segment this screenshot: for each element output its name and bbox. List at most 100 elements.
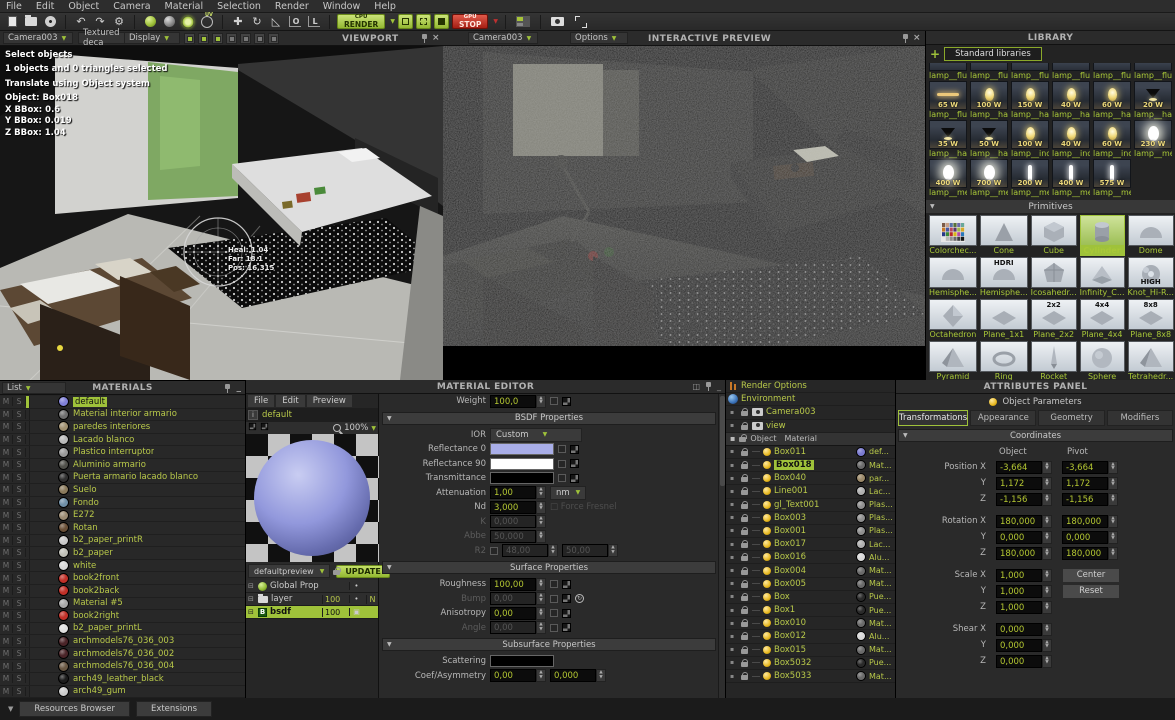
spinner-arrows[interactable]: ▲▼	[1108, 531, 1118, 544]
material-list-item[interactable]: MSMaterial #5	[0, 598, 245, 611]
lock-cell[interactable]	[739, 527, 749, 535]
spinner-arrows[interactable]: ▲▼	[1042, 477, 1052, 490]
primitive-thumbnail-ring[interactable]	[980, 341, 1028, 372]
lamp-thumbnail-cut[interactable]	[1093, 63, 1131, 71]
tree-object-row[interactable]: ▪Box012Alu...	[726, 630, 895, 643]
material-m-toggle[interactable]: M	[0, 687, 13, 696]
menu-help[interactable]: Help	[374, 1, 396, 12]
visibility-dot[interactable]: ▪	[728, 620, 736, 627]
spinner-value[interactable]: -3,664	[1062, 461, 1108, 474]
primitive-thumbnail-plane3d[interactable]	[1080, 257, 1125, 288]
object-value-spinner[interactable]: 1,000▲▼	[996, 601, 1052, 614]
material-list-item[interactable]: MSPuerta armario lacado blanco	[0, 472, 245, 485]
spinner-arrows[interactable]: ▲▼	[536, 395, 546, 408]
spinner-arrows[interactable]: ▲▼	[536, 530, 546, 543]
tree-object-row[interactable]: ▪gl_Text001Plas...	[726, 499, 895, 512]
material-list-item[interactable]: MSbook2back	[0, 585, 245, 598]
texture-checkbox[interactable]	[558, 445, 566, 453]
material-editor-menu-preview[interactable]: Preview	[307, 395, 352, 407]
spinner-value[interactable]: 1,000	[996, 601, 1042, 614]
tree-object-row[interactable]: ▪Box017Lac...	[726, 538, 895, 551]
spinner-arrows[interactable]: ▲▼	[1042, 531, 1052, 544]
material-list-item[interactable]: MSAluminio armario	[0, 459, 245, 472]
move-tool-button[interactable]: ✚	[230, 15, 246, 29]
material-list-item[interactable]: MSarch49_leather_black	[0, 673, 245, 686]
object-value-spinner[interactable]: 180,000▲▼	[996, 547, 1052, 560]
visibility-dot[interactable]: ▪	[728, 422, 736, 429]
spinner-arrows[interactable]: ▲▼	[1108, 461, 1118, 474]
material-s-toggle[interactable]: S	[13, 473, 26, 482]
material-m-toggle[interactable]: M	[0, 435, 13, 444]
visibility-dot[interactable]: ▪	[728, 633, 736, 640]
primitive-thumbnail-sphere[interactable]	[1080, 341, 1125, 372]
material-list-item[interactable]: MSMaterial interior armario	[0, 409, 245, 422]
material-list-item[interactable]: MSSuelo	[0, 484, 245, 497]
menu-render[interactable]: Render	[275, 1, 309, 12]
tree-object-row[interactable]: ▪Box011def...	[726, 446, 895, 459]
stop-dropdown-arrow[interactable]: ▼	[493, 18, 498, 25]
tab-geometry[interactable]: Geometry	[1038, 410, 1104, 426]
material-s-toggle[interactable]: S	[13, 410, 26, 419]
uv-editor-button[interactable]	[199, 15, 215, 29]
lock-cell[interactable]	[739, 646, 749, 654]
spinner-value[interactable]: -1,156	[996, 493, 1042, 506]
visibility-dot[interactable]: ▪	[728, 462, 736, 469]
lock-cell[interactable]	[739, 540, 749, 548]
display-mode-icon[interactable]	[184, 33, 195, 44]
expand-icon[interactable]: ⊟	[248, 582, 255, 590]
primitive-thumbnail-dome[interactable]: HDRI	[980, 257, 1028, 288]
display-mode-icon[interactable]	[198, 33, 209, 44]
render-dropdown-arrow[interactable]: ▼	[390, 18, 395, 25]
spinner-value[interactable]: 50,000	[490, 530, 536, 543]
value-spinner[interactable]: 0,00▲▼	[490, 607, 546, 620]
material-m-toggle[interactable]: M	[0, 674, 13, 683]
material-s-toggle[interactable]: S	[13, 611, 26, 620]
spinner-value[interactable]: -3,664	[996, 461, 1042, 474]
save-scene-button[interactable]	[42, 15, 58, 29]
spinner-arrows[interactable]: ▲▼	[1108, 515, 1118, 528]
render-full-button[interactable]	[434, 14, 449, 29]
primitive-thumbnail-cube[interactable]	[1031, 215, 1077, 246]
tree-object-row[interactable]: ▪Box1Pue...	[726, 604, 895, 617]
spinner-arrows[interactable]: ▲▼	[1042, 585, 1052, 598]
material-list-item[interactable]: MSLacado blanco	[0, 434, 245, 447]
spinner-value[interactable]: 180,000	[996, 515, 1042, 528]
visibility-dot[interactable]: ▪	[728, 541, 736, 548]
texture-slot-icon[interactable]	[570, 474, 579, 483]
emitter-button[interactable]	[180, 15, 196, 29]
normal-map-toggle-icon[interactable]: ↻	[575, 594, 584, 603]
menu-camera[interactable]: Camera	[113, 1, 150, 12]
lamp-thumbnail[interactable]: 20 W	[1134, 81, 1172, 110]
lock-cell[interactable]	[739, 514, 749, 522]
texture-slot-icon[interactable]	[562, 594, 571, 603]
tree-object-row[interactable]: ▪Box005Mat...	[726, 578, 895, 591]
material-s-toggle[interactable]: S	[13, 662, 26, 671]
visibility-dot[interactable]: ▪	[728, 580, 736, 587]
primitive-thumbnail-rocket[interactable]	[1031, 341, 1077, 372]
material-s-toggle[interactable]: S	[13, 435, 26, 444]
texture-checkbox[interactable]	[550, 624, 558, 632]
material-list-item[interactable]: MSb2_paper	[0, 547, 245, 560]
spinner-value[interactable]: 180,000	[996, 547, 1042, 560]
tree-object-row[interactable]: ▪BoxPue...	[726, 591, 895, 604]
spinner-arrows[interactable]: ▲▼	[1108, 547, 1118, 560]
spinner-arrows[interactable]: ▲▼	[536, 669, 546, 682]
menu-edit[interactable]: Edit	[36, 1, 54, 12]
visibility-dot[interactable]: ▪	[728, 659, 736, 666]
value-spinner[interactable]: 0,00▲▼	[490, 621, 546, 634]
spinner-arrows[interactable]: ▲▼	[1042, 547, 1052, 560]
material-s-toggle[interactable]: S	[13, 687, 26, 696]
material-m-toggle[interactable]: M	[0, 637, 13, 646]
material-m-toggle[interactable]: M	[0, 586, 13, 595]
lamp-thumbnail[interactable]: 100 W	[970, 81, 1008, 110]
spinner-arrows[interactable]: ▲▼	[1042, 639, 1052, 652]
material-editor-menu-file[interactable]: File	[248, 395, 274, 407]
section-header-bsdf-properties[interactable]: ▼BSDF Properties	[382, 412, 716, 425]
texture-slot-icon[interactable]	[562, 609, 571, 618]
spinner-value[interactable]: 1,000	[996, 569, 1042, 582]
zoom-object-button[interactable]: O	[287, 15, 303, 29]
spinner-value[interactable]: 0,00	[490, 669, 536, 682]
visibility-dot[interactable]: ▪	[728, 475, 736, 482]
snapshot-button[interactable]	[548, 15, 568, 29]
display-mode-icon[interactable]	[240, 33, 251, 44]
